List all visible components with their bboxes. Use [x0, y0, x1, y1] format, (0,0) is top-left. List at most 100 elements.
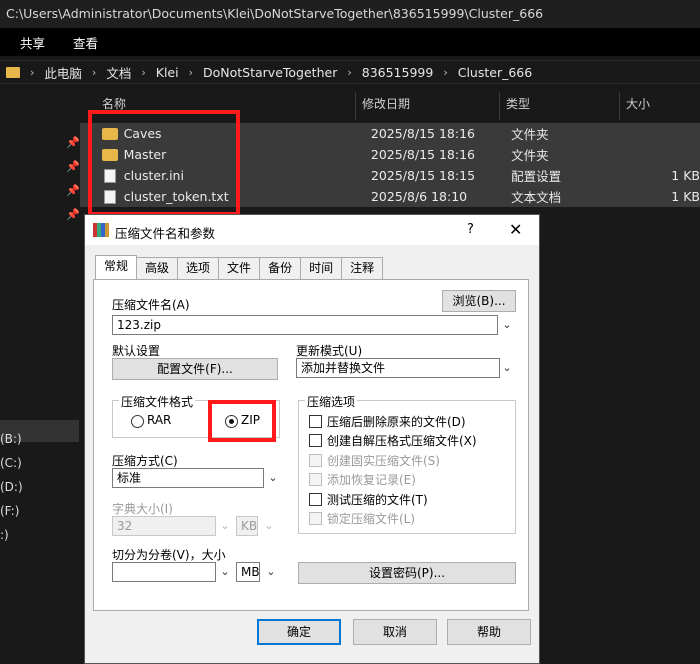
highlight-box-zip [208, 400, 276, 442]
column-type[interactable]: 类型 [500, 92, 620, 120]
chevron-right-icon: › [141, 65, 146, 79]
dialog-title: 压缩文件名和参数 [115, 226, 216, 241]
lock-checkbox[interactable] [309, 512, 322, 525]
radio-rar[interactable] [131, 415, 144, 428]
recovery-label: 添加恢复记录(E) [327, 473, 416, 487]
nav-drive-f[interactable]: (F:) [0, 504, 19, 518]
dialog-titlebar: 压缩文件名和参数 ? ✕ [85, 215, 539, 245]
chevron-down-icon[interactable]: ⌄ [218, 516, 232, 536]
sfx-label[interactable]: 创建自解压格式压缩文件(X) [327, 432, 477, 449]
chevron-right-icon: › [30, 65, 35, 79]
browse-button[interactable]: 浏览(B)... [442, 290, 516, 312]
tab-backup[interactable]: 备份 [259, 257, 302, 279]
chevron-right-icon: › [347, 65, 352, 79]
archive-name-label: 压缩文件名(A) [112, 298, 190, 312]
chevron-down-icon[interactable]: ⌄ [218, 562, 232, 582]
cancel-button[interactable]: 取消 [353, 619, 437, 645]
dict-unit-select[interactable]: KB [236, 516, 258, 536]
navigation-pane: 📌 📌 📌 📌 (B:) (C:) (D:) (F:) :) [0, 88, 80, 664]
column-date[interactable]: 修改日期 [356, 92, 500, 120]
chevron-down-icon[interactable]: ⌄ [262, 516, 276, 536]
file-type: 文件夹 [511, 127, 549, 142]
column-size[interactable]: 大小 [620, 92, 694, 120]
ribbon-tab-share[interactable]: 共享 [20, 33, 45, 52]
recovery-checkbox[interactable] [309, 473, 322, 486]
pin-icon: 📌 [66, 208, 80, 221]
chevron-down-icon[interactable]: ⌄ [500, 315, 514, 335]
tab-advanced[interactable]: 高级 [136, 257, 179, 279]
method-select[interactable]: 标准 [112, 468, 264, 488]
breadcrumb-id[interactable]: 836515999 [362, 65, 434, 80]
solid-checkbox[interactable] [309, 454, 322, 467]
chevron-right-icon: › [188, 65, 193, 79]
solid-label: 创建固实压缩文件(S) [327, 454, 440, 468]
file-size: 1 KB [671, 168, 700, 183]
winrar-icon [93, 223, 109, 237]
set-password-button[interactable]: 设置密码(P)... [298, 562, 516, 584]
window-title-path: C:\Users\Administrator\Documents\Klei\Do… [0, 0, 700, 28]
address-bar[interactable]: › 此电脑 › 文档 › Klei › DoNotStarveTogether … [0, 60, 700, 84]
breadcrumb-dst[interactable]: DoNotStarveTogether [203, 65, 337, 80]
breadcrumb-klei[interactable]: Klei [156, 65, 179, 80]
pin-icon: 📌 [66, 184, 80, 197]
sfx-checkbox[interactable] [309, 434, 322, 447]
chevron-down-icon[interactable]: ⌄ [264, 562, 278, 582]
delete-after-checkbox[interactable] [309, 415, 322, 428]
file-type: 文件夹 [511, 148, 549, 163]
help-button[interactable]: 帮助 [447, 619, 531, 645]
update-mode-select[interactable]: 添加并替换文件 [296, 358, 500, 378]
rar-label[interactable]: RAR [147, 413, 171, 427]
options-group: 压缩选项 压缩后删除原来的文件(D) 创建自解压格式压缩文件(X) 创建固实压缩… [298, 393, 516, 534]
delete-after-label[interactable]: 压缩后删除原来的文件(D) [327, 413, 466, 430]
format-group-label: 压缩文件格式 [119, 393, 196, 410]
dict-size-select[interactable]: 32 [112, 516, 216, 536]
nav-drive-c[interactable]: (C:) [0, 456, 22, 470]
tab-files[interactable]: 文件 [218, 257, 261, 279]
general-panel: 压缩文件名(A) 浏览(B)... 123.zip ⌄ 默认设置 配置文件(F)… [93, 279, 529, 611]
pin-icon: 📌 [66, 136, 80, 149]
method-label: 压缩方式(C) [112, 454, 178, 468]
breadcrumb-cluster[interactable]: Cluster_666 [458, 65, 532, 80]
split-unit-select[interactable]: MB [236, 562, 260, 582]
chevron-right-icon: › [443, 65, 448, 79]
breadcrumb-this-pc[interactable]: 此电脑 [44, 63, 82, 82]
file-date: 2025/8/15 18:15 [370, 168, 476, 183]
help-icon[interactable]: ? [467, 222, 474, 237]
options-group-label: 压缩选项 [305, 393, 358, 410]
file-type: 配置设置 [511, 169, 562, 184]
nav-drive-other[interactable]: :) [0, 528, 9, 542]
close-icon[interactable]: ✕ [509, 220, 522, 239]
chevron-down-icon[interactable]: ⌄ [500, 358, 514, 378]
chevron-down-icon[interactable]: ⌄ [266, 468, 280, 488]
archive-name-input[interactable]: 123.zip [112, 315, 498, 335]
file-date: 2025/8/6 18:10 [370, 189, 468, 204]
compress-dialog: 压缩文件名和参数 ? ✕ 常规 高级 选项 文件 备份 时间 注释 压缩文件名(… [84, 214, 540, 664]
ribbon-tab-view[interactable]: 查看 [73, 33, 98, 52]
profiles-button[interactable]: 配置文件(F)... [112, 358, 278, 380]
tab-options[interactable]: 选项 [177, 257, 220, 279]
split-size-input[interactable] [112, 562, 216, 582]
lock-label: 锁定压缩文件(L) [327, 512, 416, 526]
test-label[interactable]: 测试压缩的文件(T) [327, 491, 428, 508]
file-size: 1 KB [671, 189, 700, 204]
default-settings-label: 默认设置 [112, 344, 161, 358]
folder-icon [6, 66, 20, 78]
file-date: 2025/8/15 18:16 [370, 126, 475, 141]
dict-size-label: 字典大小(I) [112, 502, 173, 516]
tab-time[interactable]: 时间 [300, 257, 343, 279]
tab-comment[interactable]: 注释 [341, 257, 384, 279]
test-checkbox[interactable] [309, 493, 322, 506]
ribbon: 共享 查看 [0, 28, 700, 56]
tab-general[interactable]: 常规 [95, 255, 138, 279]
dialog-tabs: 常规 高级 选项 文件 备份 时间 注释 [95, 255, 384, 279]
file-type: 文本文档 [511, 190, 562, 205]
update-mode-label: 更新模式(U) [296, 344, 363, 358]
highlight-box-files [88, 110, 240, 216]
chevron-right-icon: › [91, 65, 97, 79]
pin-icon: 📌 [66, 160, 80, 173]
nav-drive-b[interactable]: (B:) [0, 432, 22, 446]
breadcrumb-documents[interactable]: 文档 [106, 63, 131, 82]
file-date: 2025/8/15 18:16 [370, 147, 475, 162]
nav-drive-d[interactable]: (D:) [0, 480, 23, 494]
ok-button[interactable]: 确定 [257, 619, 341, 645]
